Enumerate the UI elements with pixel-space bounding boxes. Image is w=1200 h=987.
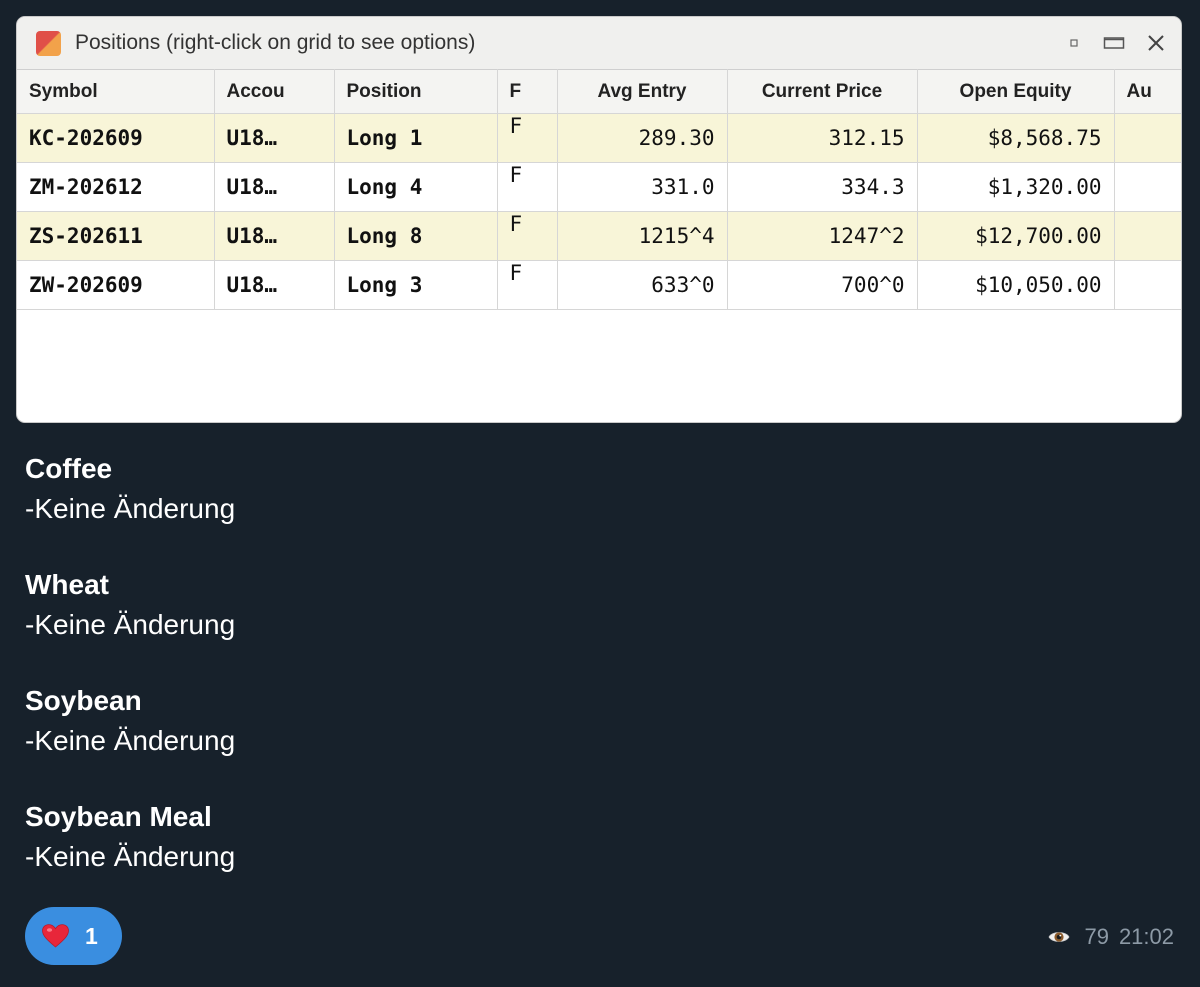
table-row[interactable]: KC-202609 U18… Long 1 F 289.30 312.15 $8… [17,113,1181,163]
app-icon [36,31,61,56]
message-block-soybean: Soybean -Keine Änderung [25,680,235,796]
cell-symbol[interactable]: KC-202609 [17,113,215,163]
message-line: -Keine Änderung [25,841,236,872]
message-meta: 79 21:02 [1048,924,1174,950]
cell-open-equity[interactable]: $10,050.00 [916,260,1115,310]
cell-position[interactable]: Long 4 [333,162,498,212]
message-time: 21:02 [1118,924,1174,949]
column-header-flag[interactable]: F [496,69,558,114]
message-body: Coffee -Keine Änderung Wheat -Keine Ände… [25,448,235,912]
eye-icon [1049,932,1070,942]
window-titlebar[interactable]: Positions (right-click on grid to see op… [17,17,1181,69]
cell-symbol[interactable]: ZS-202611 [17,211,215,261]
message-block-wheat: Wheat -Keine Änderung [25,564,235,680]
positions-grid[interactable]: Symbol Accou Position F Avg Entry Curren… [17,69,1181,310]
message-line: -Keine Änderung [25,609,236,640]
close-icon [1148,35,1164,51]
reaction-count: 1 [85,922,98,949]
cell-avg-entry[interactable]: 633^0 [556,260,728,310]
minimize-icon [1070,39,1078,47]
maximize-icon [1103,37,1125,49]
view-count: 79 [1084,924,1109,949]
cell-account[interactable]: U18… [213,162,335,212]
cell-avg-entry[interactable]: 1215^4 [556,211,728,261]
cell-flag[interactable]: F [496,260,558,310]
cell-open-equity[interactable]: $1,320.00 [916,162,1115,212]
message-heading: Soybean Meal [25,801,212,832]
column-header-avg-entry[interactable]: Avg Entry [556,69,728,114]
heart-reaction-button[interactable]: 1 [25,907,122,965]
cell-au[interactable] [1113,113,1181,163]
message-line: -Keine Änderung [25,493,236,524]
message-block-soybean-meal: Soybean Meal -Keine Änderung [25,796,235,912]
column-header-position[interactable]: Position [333,69,498,114]
column-header-account[interactable]: Accou [213,69,335,114]
cell-symbol[interactable]: ZM-202612 [17,162,215,212]
cell-avg-entry[interactable]: 289.30 [556,113,728,163]
cell-position[interactable]: Long 8 [333,211,498,261]
table-row[interactable]: ZM-202612 U18… Long 4 F 331.0 334.3 $1,3… [17,162,1181,212]
table-row[interactable]: ZW-202609 U18… Long 3 F 633^0 700^0 $10,… [17,260,1181,310]
cell-open-equity[interactable]: $12,700.00 [916,211,1115,261]
cell-au[interactable] [1113,211,1181,261]
heart-icon [42,924,69,948]
message-heading: Soybean [25,685,142,716]
cell-flag[interactable]: F [496,162,558,212]
column-header-au[interactable]: Au [1113,69,1181,114]
maximize-button[interactable] [1099,29,1129,57]
cell-account[interactable]: U18… [213,113,335,163]
cell-flag[interactable]: F [496,113,558,163]
cell-current-price[interactable]: 334.3 [726,162,918,212]
column-header-symbol[interactable]: Symbol [17,69,215,114]
message-heading: Coffee [25,453,113,484]
minimize-button[interactable] [1059,29,1089,57]
column-header-current-price[interactable]: Current Price [726,69,918,114]
cell-account[interactable]: U18… [213,260,335,310]
cell-current-price[interactable]: 1247^2 [726,211,918,261]
message-heading: Wheat [25,569,109,600]
table-row[interactable]: ZS-202611 U18… Long 8 F 1215^4 1247^2 $1… [17,211,1181,261]
cell-open-equity[interactable]: $8,568.75 [916,113,1115,163]
message-block-coffee: Coffee -Keine Änderung [25,448,235,564]
column-header-open-equity[interactable]: Open Equity [916,69,1115,114]
close-button[interactable] [1141,29,1171,57]
cell-current-price[interactable]: 312.15 [726,113,918,163]
cell-account[interactable]: U18… [213,211,335,261]
grid-header-row: Symbol Accou Position F Avg Entry Curren… [17,69,1181,114]
window-title: Positions (right-click on grid to see op… [75,31,476,54]
cell-current-price[interactable]: 700^0 [726,260,918,310]
cell-position[interactable]: Long 3 [333,260,498,310]
cell-au[interactable] [1113,162,1181,212]
cell-avg-entry[interactable]: 331.0 [556,162,728,212]
cell-flag[interactable]: F [496,211,558,261]
cell-position[interactable]: Long 1 [333,113,498,163]
cell-au[interactable] [1113,260,1181,310]
message-line: -Keine Änderung [25,725,236,756]
positions-window: Positions (right-click on grid to see op… [16,16,1182,423]
cell-symbol[interactable]: ZW-202609 [17,260,215,310]
